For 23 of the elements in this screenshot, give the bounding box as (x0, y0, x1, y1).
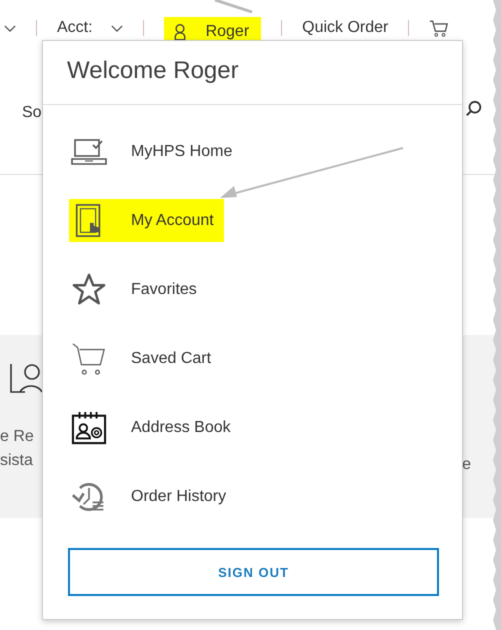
quick-order-link[interactable]: Quick Order (302, 19, 388, 37)
search-icon[interactable] (465, 100, 483, 118)
account-dropdown[interactable]: Acct: (57, 19, 123, 37)
menu-item[interactable]: My Account (69, 199, 224, 242)
chevron-down-icon[interactable] (4, 24, 16, 32)
menu-item[interactable]: Saved Cart (69, 337, 222, 380)
shopping-cart-icon (71, 342, 107, 376)
text-fragment: e (462, 455, 471, 475)
menu-item[interactable]: Order History (69, 475, 236, 518)
menu-item[interactable]: Address Book (69, 406, 241, 449)
chevron-down-icon (110, 24, 123, 32)
person-icon (10, 363, 42, 393)
text-fragment: sista (0, 451, 33, 471)
sign-out-button[interactable]: SIGN OUT (68, 548, 439, 596)
cart-icon[interactable] (429, 18, 450, 38)
menu-item[interactable]: MyHPS Home (69, 130, 242, 173)
menu-title: Welcome Roger (43, 41, 462, 105)
user-icon (174, 23, 186, 41)
menu-item[interactable]: Favorites (69, 268, 207, 311)
search-label: So (22, 104, 42, 122)
address-book-icon (71, 410, 107, 444)
star-icon (71, 272, 107, 306)
text-fragment: e Re (0, 427, 34, 447)
